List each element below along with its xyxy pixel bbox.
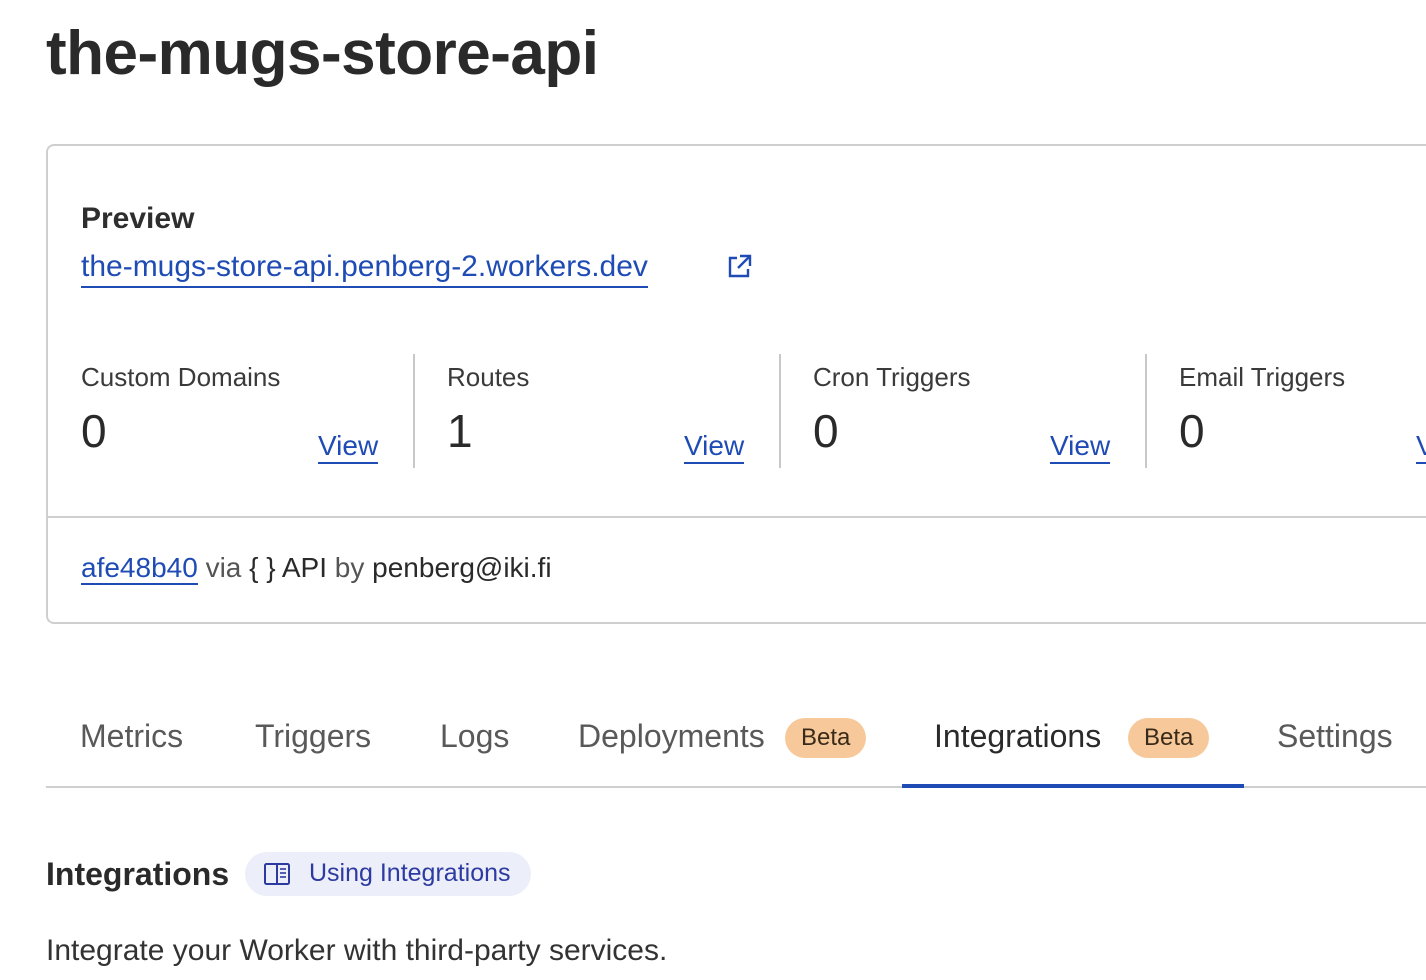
card-divider <box>48 516 1426 518</box>
integrations-heading: Integrations <box>46 856 230 892</box>
stat-divider <box>1145 354 1147 468</box>
tab-triggers[interactable]: Triggers <box>255 718 371 755</box>
stat-value: 1 <box>447 405 473 457</box>
preview-label: Preview <box>81 202 195 235</box>
deployment-author: penberg@iki.fi <box>372 552 552 583</box>
beta-badge: Beta <box>1128 718 1210 758</box>
page-title: the-mugs-store-api <box>46 19 599 88</box>
worker-tabs: Metrics Triggers Logs Deployments Beta I… <box>46 690 1426 788</box>
stat-value: 0 <box>81 405 107 457</box>
doc-link-label: Using Integrations <box>309 859 511 887</box>
beta-badge: Beta <box>785 718 867 758</box>
active-tab-indicator <box>902 784 1244 788</box>
stat-label: Custom Domains <box>81 362 281 392</box>
latest-deployment: afe48b40 via { } API by penberg@iki.fi <box>81 552 552 585</box>
deployment-hash-link[interactable]: afe48b40 <box>81 552 198 585</box>
deployment-source: API <box>281 552 328 583</box>
worker-overview-page: the-mugs-store-api Preview the-mugs-stor… <box>0 0 1426 980</box>
tab-deployments[interactable]: Deployments <box>578 718 765 755</box>
tab-logs[interactable]: Logs <box>440 718 509 755</box>
integrations-description: Integrate your Worker with third-party s… <box>46 934 668 967</box>
stat-value: 0 <box>813 405 839 457</box>
tab-metrics[interactable]: Metrics <box>80 718 183 755</box>
stat-cron-triggers: Cron Triggers 0 View <box>813 354 1179 468</box>
stat-label: Cron Triggers <box>813 362 971 392</box>
worker-summary-card: Preview the-mugs-store-api.penberg-2.wor… <box>46 144 1426 624</box>
external-link-icon[interactable] <box>724 252 754 282</box>
stat-custom-domains: Custom Domains 0 View <box>81 354 447 468</box>
view-routes-link[interactable]: View <box>684 430 745 464</box>
tab-integrations[interactable]: Integrations <box>934 718 1101 755</box>
code-braces-icon: { } <box>249 552 276 583</box>
preview-url-link[interactable]: the-mugs-store-api.penberg-2.workers.dev <box>81 250 648 288</box>
stat-label: Routes <box>447 362 530 392</box>
using-integrations-doc-link[interactable]: Using Integrations <box>245 852 531 896</box>
tab-settings[interactable]: Settings <box>1277 718 1393 755</box>
view-custom-domains-link[interactable]: View <box>318 430 379 464</box>
book-icon <box>264 863 290 885</box>
view-email-triggers-link[interactable]: View <box>1416 430 1426 464</box>
stat-divider <box>413 354 415 468</box>
via-text: via <box>205 552 242 583</box>
stat-routes: Routes 1 View <box>447 354 813 468</box>
stat-divider <box>779 354 781 468</box>
stat-value: 0 <box>1179 405 1205 457</box>
stat-email-triggers: Email Triggers 0 View <box>1179 354 1426 468</box>
stat-label: Email Triggers <box>1179 362 1346 392</box>
view-cron-triggers-link[interactable]: View <box>1050 430 1111 464</box>
by-text: by <box>334 552 365 583</box>
